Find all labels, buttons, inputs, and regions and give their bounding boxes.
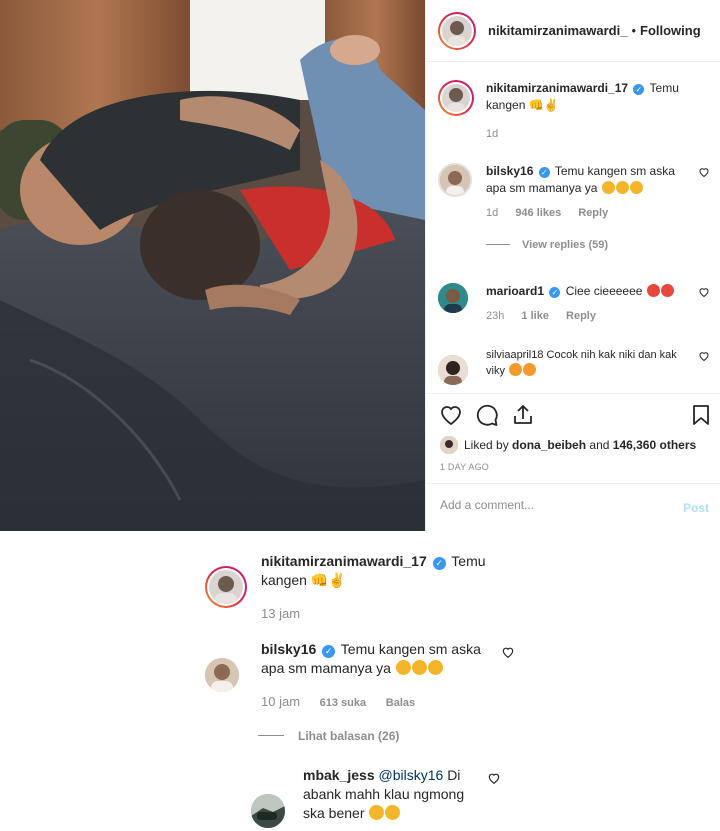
astonished-emoji-icon: [615, 181, 629, 194]
share-icon[interactable]: [511, 403, 535, 427]
liked-by-user[interactable]: dona_beibeh: [512, 438, 586, 452]
grin-emoji-icon: [385, 805, 401, 820]
add-comment-bar: Post: [426, 483, 720, 531]
author-avatar: [442, 15, 472, 46]
comment-likes[interactable]: 946 likes: [515, 207, 561, 219]
view-replies-button[interactable]: Lihat balasan (26): [258, 729, 399, 743]
caption-emoji: 👊✌: [528, 98, 559, 112]
caption-username[interactable]: nikitamirzanimawardi_17: [261, 553, 427, 569]
heart-icon[interactable]: [439, 403, 463, 427]
comment-list[interactable]: nikitamirzanimawardi_17 ✓ Temu kangen 👊✌…: [426, 63, 720, 393]
caption-avatar-ring[interactable]: [438, 80, 474, 116]
astonished-emoji-icon: [427, 660, 443, 675]
caption-meta: 13 jam: [261, 604, 501, 623]
comment-body: marioard1 ✓ Ciee cieeeeee 23h 1 like Rep…: [486, 283, 686, 325]
post-actions: Liked by dona_beibeh and 146,360 others …: [426, 393, 720, 483]
comment-icon[interactable]: [475, 403, 499, 427]
caption-meta: 1d: [486, 126, 686, 143]
astonished-emoji-icon: [411, 660, 427, 675]
view-replies-label: View replies (59): [522, 239, 609, 251]
commenter-avatar[interactable]: [251, 794, 285, 828]
comment-username[interactable]: silviaapril18: [486, 349, 543, 361]
caption-avatar: [209, 570, 243, 604]
commenter-avatar[interactable]: [438, 283, 468, 313]
commenter-avatar[interactable]: [205, 658, 239, 692]
like-comment-heart-icon[interactable]: [501, 645, 515, 659]
reply-button[interactable]: Reply: [566, 310, 596, 322]
post-photo[interactable]: [0, 0, 425, 531]
astonished-emoji-icon: [601, 181, 615, 194]
verified-badge-icon: ✓: [549, 287, 561, 298]
kiss-emoji-icon: [509, 363, 523, 376]
astonished-emoji-icon: [629, 181, 643, 194]
commenter-avatar[interactable]: [438, 355, 468, 385]
heart-eyes-emoji-icon: [646, 284, 660, 297]
caption-time[interactable]: 13 jam: [261, 606, 300, 621]
story-ring[interactable]: [438, 11, 476, 50]
comment-meta: 10 jam 613 suka Balas: [261, 692, 501, 713]
like-comment-heart-icon[interactable]: [698, 350, 710, 362]
caption-emoji: 👊✌: [310, 572, 346, 588]
verified-badge-icon: ✓: [322, 645, 336, 658]
post-header: nikitamirzanimawardi_ • Following: [426, 0, 720, 62]
comment-username[interactable]: bilsky16: [261, 641, 316, 657]
comment-body: bilsky16 ✓ Temu kangen sm aska apa sm ma…: [486, 163, 686, 222]
caption-time[interactable]: 1d: [486, 128, 498, 140]
comment-meta: 1d 946 likes Reply: [486, 205, 686, 222]
comment-username[interactable]: marioard1: [486, 284, 544, 298]
comment-time[interactable]: 1d: [486, 207, 498, 219]
verified-badge-icon: ✓: [633, 84, 645, 95]
post-sidebar: nikitamirzanimawardi_ • Following nikita…: [425, 0, 720, 531]
like-comment-heart-icon[interactable]: [698, 166, 710, 178]
photo-illustration: [0, 0, 425, 531]
astonished-emoji-icon: [395, 660, 411, 675]
view-replies-button[interactable]: View replies (59): [486, 239, 608, 251]
comment-body: silviaapril18 Cocok nih kak niki dan kak…: [486, 347, 686, 379]
mobile-comments-view: nikitamirzanimawardi_17 ✓ Temu kangen 👊✌…: [0, 532, 720, 831]
comment-username[interactable]: mbak_jess: [303, 767, 375, 783]
grin-emoji-icon: [369, 805, 385, 820]
caption-body: nikitamirzanimawardi_17 ✓ Temu kangen 👊✌…: [486, 80, 686, 143]
comment-username[interactable]: bilsky16: [486, 164, 533, 178]
replies-divider-line: [486, 244, 510, 245]
kiss-emoji-icon: [523, 363, 537, 376]
heart-eyes-emoji-icon: [660, 284, 674, 297]
post-timestamp[interactable]: 1 DAY AGO: [440, 462, 489, 472]
post-comment-button[interactable]: Post: [683, 501, 709, 515]
following-button[interactable]: Following: [640, 23, 701, 38]
reply-button[interactable]: Balas: [386, 697, 415, 709]
replies-divider-line: [258, 735, 284, 736]
comment-body: bilsky16 ✓ Temu kangen sm aska apa sm ma…: [261, 640, 501, 713]
comment-likes[interactable]: 1 like: [521, 310, 549, 322]
liker-avatar[interactable]: [440, 436, 458, 454]
add-comment-input[interactable]: [440, 498, 660, 512]
verified-badge-icon: ✓: [432, 557, 446, 570]
caption-username[interactable]: nikitamirzanimawardi_17: [486, 81, 628, 95]
caption-body: nikitamirzanimawardi_17 ✓ Temu kangen 👊✌…: [261, 552, 501, 623]
comment-meta: 23h 1 like Reply: [486, 308, 686, 325]
liked-by-prefix: Liked by: [464, 438, 509, 452]
commenter-avatar[interactable]: [438, 163, 472, 197]
author-username[interactable]: nikitamirzanimawardi_: [488, 23, 627, 38]
liked-by: Liked by dona_beibeh and 146,360 others: [440, 436, 696, 454]
comment-mention-link[interactable]: @bilsky16: [379, 767, 444, 783]
caption-avatar-ring[interactable]: [205, 566, 247, 608]
instagram-post: nikitamirzanimawardi_ • Following nikita…: [0, 0, 720, 531]
liked-by-others[interactable]: 146,360 others: [613, 438, 696, 452]
caption-avatar: [442, 84, 470, 112]
separator-dot: •: [631, 23, 637, 38]
reply-button[interactable]: Reply: [578, 207, 608, 219]
verified-badge-icon: ✓: [538, 167, 550, 178]
comment-text: Ciee cieeeeee: [565, 284, 643, 298]
comment-body: mbak_jess @bilsky16 Di abank mahh klau n…: [303, 766, 483, 823]
bookmark-icon[interactable]: [689, 403, 713, 427]
view-replies-label: Lihat balasan (26): [298, 729, 400, 743]
like-comment-heart-icon[interactable]: [698, 286, 710, 298]
like-comment-heart-icon[interactable]: [487, 771, 501, 785]
comment-time[interactable]: 23h: [486, 310, 504, 322]
liked-by-conj: and: [589, 438, 610, 452]
comment-time[interactable]: 10 jam: [261, 694, 300, 709]
comment-likes[interactable]: 613 suka: [320, 697, 366, 709]
screenshot-root: nikitamirzanimawardi_ • Following nikita…: [0, 0, 720, 831]
